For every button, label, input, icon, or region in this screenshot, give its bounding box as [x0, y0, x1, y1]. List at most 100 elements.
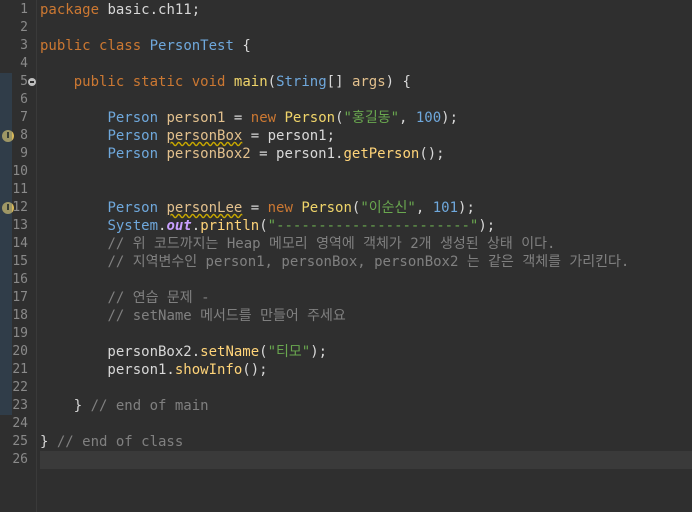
code-token: package — [40, 2, 100, 18]
code-editor[interactable]: 1 package basic.ch11; 2 3 public class Perso… — [0, 0, 692, 512]
code-line[interactable]: 14 // 위 코드까지는 Heap 메모리 영역에 객체가 2개 생성된 상태… — [0, 235, 692, 253]
code-token: public — [40, 38, 91, 54]
code-line[interactable]: 21 person1.showInfo(); — [0, 361, 692, 379]
code-token: Person — [107, 128, 159, 144]
code-text[interactable]: package basic.ch11; — [40, 1, 200, 19]
code-token: Person — [107, 110, 159, 126]
code-token: 100 — [415, 110, 442, 126]
code-token: ( — [335, 110, 344, 126]
code-line[interactable]: 17 // 연습 문제 - — [0, 289, 692, 307]
line-number: 25 — [12, 434, 28, 449]
code-line[interactable]: 3 public class PersonTest { — [0, 37, 692, 55]
code-line[interactable]: 5 public static void main(String[] args)… — [0, 73, 692, 91]
code-token: "티모" — [267, 344, 311, 360]
code-text[interactable]: // 위 코드까지는 Heap 메모리 영역에 객체가 2개 생성된 상태 이다… — [40, 235, 555, 253]
code-line[interactable]: 15 // 지역변수인 person1, personBox, personBo… — [0, 253, 692, 271]
code-token: // 지역변수인 person1, personBox, personBox2 … — [107, 254, 630, 270]
code-token: personBox — [166, 128, 243, 144]
code-text[interactable]: public static void main(String[] args) { — [40, 73, 411, 91]
code-text[interactable]: // setName 메서드를 만들어 주세요 — [40, 307, 346, 325]
code-token: // setName 메서드를 만들어 주세요 — [107, 308, 346, 324]
code-text[interactable]: public class PersonTest { — [40, 37, 251, 55]
code-token: Person — [301, 200, 352, 216]
code-token: 101 — [432, 200, 459, 216]
code-token: (); — [419, 146, 445, 162]
code-token: PersonTest — [149, 38, 234, 54]
code-token: [] — [326, 74, 352, 90]
code-token: ( — [259, 218, 268, 234]
code-token: = person1. — [250, 146, 344, 162]
code-text[interactable]: Person personLee = new Person("이순신", 101… — [40, 199, 474, 217]
code-line[interactable]: 2 — [0, 19, 692, 37]
code-line[interactable]: 9 Person personBox2 = person1.getPerson(… — [0, 145, 692, 163]
code-token: = — [225, 110, 251, 126]
code-text[interactable]: Person person1 = new Person("홍길동", 100); — [40, 109, 458, 127]
line-number: 1 — [20, 2, 28, 17]
code-line[interactable]: 7 Person person1 = new Person("홍길동", 100… — [0, 109, 692, 127]
code-line[interactable]: 16 — [0, 271, 692, 289]
code-token: personLee — [166, 200, 243, 216]
code-token: String — [276, 74, 327, 90]
line-number: 3 — [20, 38, 28, 53]
code-line[interactable]: 25 } // end of class — [0, 433, 692, 451]
code-text[interactable]: // 연습 문제 - — [40, 289, 210, 307]
code-line[interactable]: 22 — [0, 379, 692, 397]
code-line[interactable]: 19 — [0, 325, 692, 343]
code-token: person1. — [40, 362, 175, 378]
code-text[interactable]: } // end of main — [40, 397, 209, 415]
code-line[interactable]: 24 — [0, 415, 692, 433]
code-text[interactable]: System.out.println("--------------------… — [40, 217, 495, 235]
code-token: void — [191, 74, 226, 90]
code-token: ) { — [385, 74, 411, 90]
line-number: 2 — [20, 20, 28, 35]
code-line[interactable]: 18 // setName 메서드를 만들어 주세요 — [0, 307, 692, 325]
code-text[interactable]: person1.showInfo(); — [40, 361, 268, 379]
code-text[interactable]: } // end of class — [40, 433, 183, 451]
code-token: // end of main — [90, 398, 209, 414]
code-line[interactable]: 11 — [0, 181, 692, 199]
fold-collapse-icon[interactable] — [28, 78, 36, 86]
code-line[interactable]: 1 package basic.ch11; — [0, 1, 692, 19]
code-token: "-----------------------" — [267, 218, 479, 234]
code-token: println — [200, 218, 260, 234]
code-line[interactable]: 8 Person personBox = person1; — [0, 127, 692, 145]
code-text[interactable]: // 지역변수인 person1, personBox, personBox2 … — [40, 253, 629, 271]
code-token: ( — [267, 74, 277, 90]
code-token: (); — [242, 362, 268, 378]
code-line[interactable]: 13 System.out.println("-----------------… — [0, 217, 692, 235]
code-token: public — [73, 74, 125, 90]
code-text[interactable]: personBox2.setName("티모"); — [40, 343, 327, 361]
change-indicator-bar — [0, 73, 12, 415]
code-line[interactable]: 20 personBox2.setName("티모"); — [0, 343, 692, 361]
code-token: Person — [284, 110, 336, 126]
code-token: , — [415, 200, 433, 216]
code-token: ); — [478, 218, 496, 234]
code-line[interactable]: 12 Person personLee = new Person("이순신", … — [0, 199, 692, 217]
code-token: ); — [310, 344, 328, 360]
code-token: person1 — [166, 110, 226, 126]
code-token: new — [250, 110, 277, 126]
code-line[interactable]: 23 } // end of main — [0, 397, 692, 415]
code-token: ( — [259, 344, 268, 360]
code-token: } — [40, 434, 57, 450]
code-line[interactable]: 6 — [0, 91, 692, 109]
line-number: 26 — [12, 452, 28, 467]
code-token: = person1; — [242, 128, 336, 144]
code-line[interactable]: 26 — [12, 451, 692, 469]
code-token: getPerson — [343, 146, 420, 162]
code-text[interactable]: Person personBox = person1; — [40, 127, 335, 145]
code-line[interactable]: 4 — [0, 55, 692, 73]
code-token: new — [267, 200, 293, 216]
code-line[interactable]: 10 — [0, 163, 692, 181]
code-token: // 연습 문제 - — [107, 290, 210, 306]
code-text[interactable]: Person personBox2 = person1.getPerson(); — [40, 145, 445, 163]
